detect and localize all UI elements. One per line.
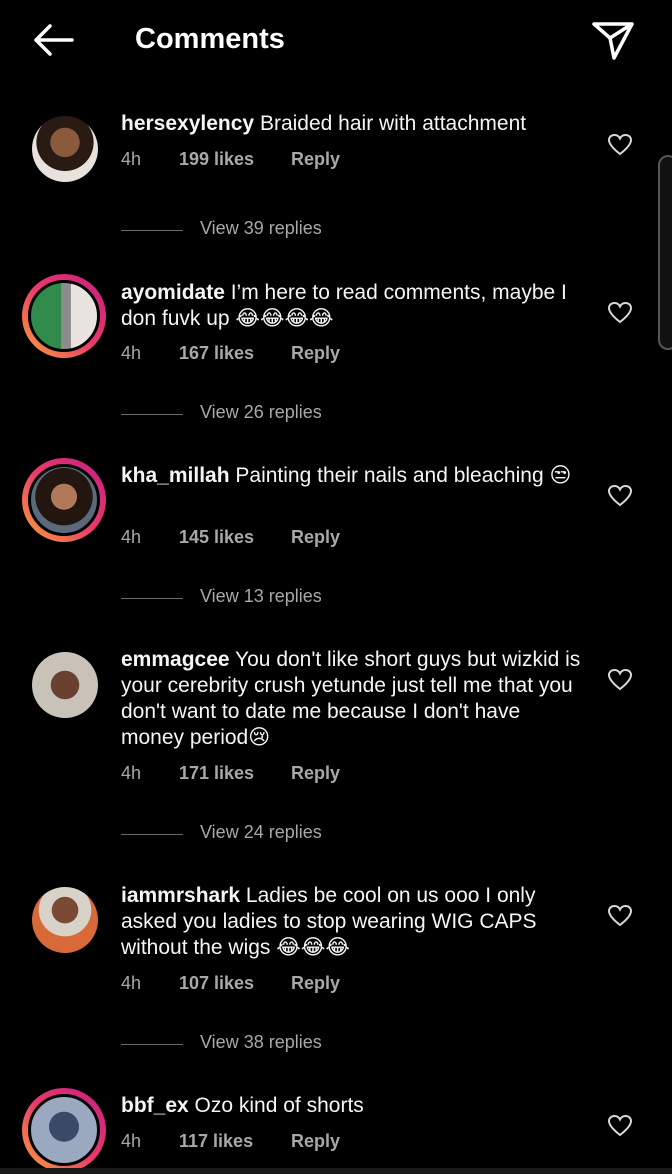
reply-button[interactable]: Reply bbox=[291, 343, 340, 364]
comment-username[interactable]: ayomidate bbox=[121, 281, 225, 304]
avatar-image bbox=[32, 652, 98, 718]
reply-button[interactable]: Reply bbox=[291, 1131, 340, 1152]
comment-username[interactable]: hersexylency bbox=[121, 112, 254, 135]
avatar[interactable] bbox=[22, 458, 106, 542]
heart-icon[interactable] bbox=[607, 484, 633, 508]
view-replies-label: View 13 replies bbox=[200, 586, 322, 606]
comment-text: iammrshark Ladies be cool on us ooo I on… bbox=[121, 883, 586, 961]
divider bbox=[121, 414, 183, 415]
view-replies-label: View 26 replies bbox=[200, 402, 322, 422]
comment-likes[interactable]: 117 likes bbox=[179, 1131, 253, 1152]
avatar-image bbox=[28, 280, 100, 352]
comment-body: Ozo kind of shorts bbox=[194, 1094, 364, 1117]
reply-button[interactable]: Reply bbox=[291, 149, 340, 170]
comment-body: Painting their nails and bleaching 😒 bbox=[235, 464, 572, 487]
divider bbox=[121, 598, 183, 599]
heart-icon[interactable] bbox=[607, 904, 633, 928]
avatar-image bbox=[28, 1094, 100, 1166]
comment-text: bbf_ex Ozo kind of shorts bbox=[121, 1093, 586, 1119]
heart-icon[interactable] bbox=[607, 1114, 633, 1138]
avatar-image bbox=[28, 464, 100, 536]
bottom-edge bbox=[0, 1168, 672, 1174]
comment-likes[interactable]: 145 likes bbox=[179, 527, 254, 548]
view-replies-label: View 24 replies bbox=[200, 822, 322, 842]
comment-likes[interactable]: 199 likes bbox=[179, 149, 254, 170]
comment-time: 4h bbox=[121, 343, 142, 363]
reply-button[interactable]: Reply bbox=[291, 973, 340, 994]
comment-username[interactable]: kha_millah bbox=[121, 464, 230, 487]
comment-likes[interactable]: 167 likes bbox=[179, 343, 254, 364]
view-replies-label: View 39 replies bbox=[200, 218, 322, 238]
comment-time: 4h bbox=[121, 149, 142, 169]
view-replies-label: View 38 replies bbox=[200, 1032, 322, 1052]
avatar[interactable] bbox=[22, 106, 106, 190]
avatar-image bbox=[32, 887, 98, 953]
comment-username[interactable]: bbf_ex bbox=[121, 1094, 189, 1117]
reply-button[interactable]: Reply bbox=[291, 763, 340, 784]
scrollbar[interactable] bbox=[658, 155, 672, 350]
comment-time: 4h bbox=[121, 763, 142, 783]
heart-icon[interactable] bbox=[607, 301, 633, 325]
comment-time: 4h bbox=[121, 527, 142, 547]
avatar[interactable] bbox=[22, 642, 106, 726]
comment-likes[interactable]: 107 likes bbox=[179, 973, 254, 994]
comment-likes[interactable]: 171 likes bbox=[179, 763, 254, 784]
divider bbox=[121, 1044, 183, 1045]
comment-username[interactable]: emmagcee bbox=[121, 648, 230, 671]
comment-text: ayomidate I’m here to read comments, may… bbox=[121, 280, 586, 332]
avatar[interactable] bbox=[22, 1088, 106, 1172]
heart-icon[interactable] bbox=[607, 133, 633, 157]
comment-text: emmagcee You don't like short guys but w… bbox=[121, 647, 586, 751]
comment-username[interactable]: iammrshark bbox=[121, 884, 240, 907]
heart-icon[interactable] bbox=[607, 668, 633, 692]
divider bbox=[121, 834, 183, 835]
back-arrow-icon[interactable] bbox=[28, 20, 78, 60]
comment-text: kha_millah Painting their nails and blea… bbox=[121, 463, 586, 489]
direct-send-icon[interactable] bbox=[590, 18, 636, 62]
page-title: Comments bbox=[135, 23, 285, 55]
avatar-image bbox=[32, 116, 98, 182]
comment-body: Braided hair with attachment bbox=[259, 112, 527, 135]
comment-time: 4h bbox=[121, 1131, 142, 1151]
avatar[interactable] bbox=[22, 877, 106, 961]
divider bbox=[121, 230, 183, 231]
comment-text: hersexylency Braided hair with attachmen… bbox=[121, 111, 586, 137]
top-bar: Comments bbox=[0, 0, 672, 80]
reply-button[interactable]: Reply bbox=[291, 527, 340, 548]
comment-time: 4h bbox=[121, 973, 142, 993]
avatar[interactable] bbox=[22, 274, 106, 358]
